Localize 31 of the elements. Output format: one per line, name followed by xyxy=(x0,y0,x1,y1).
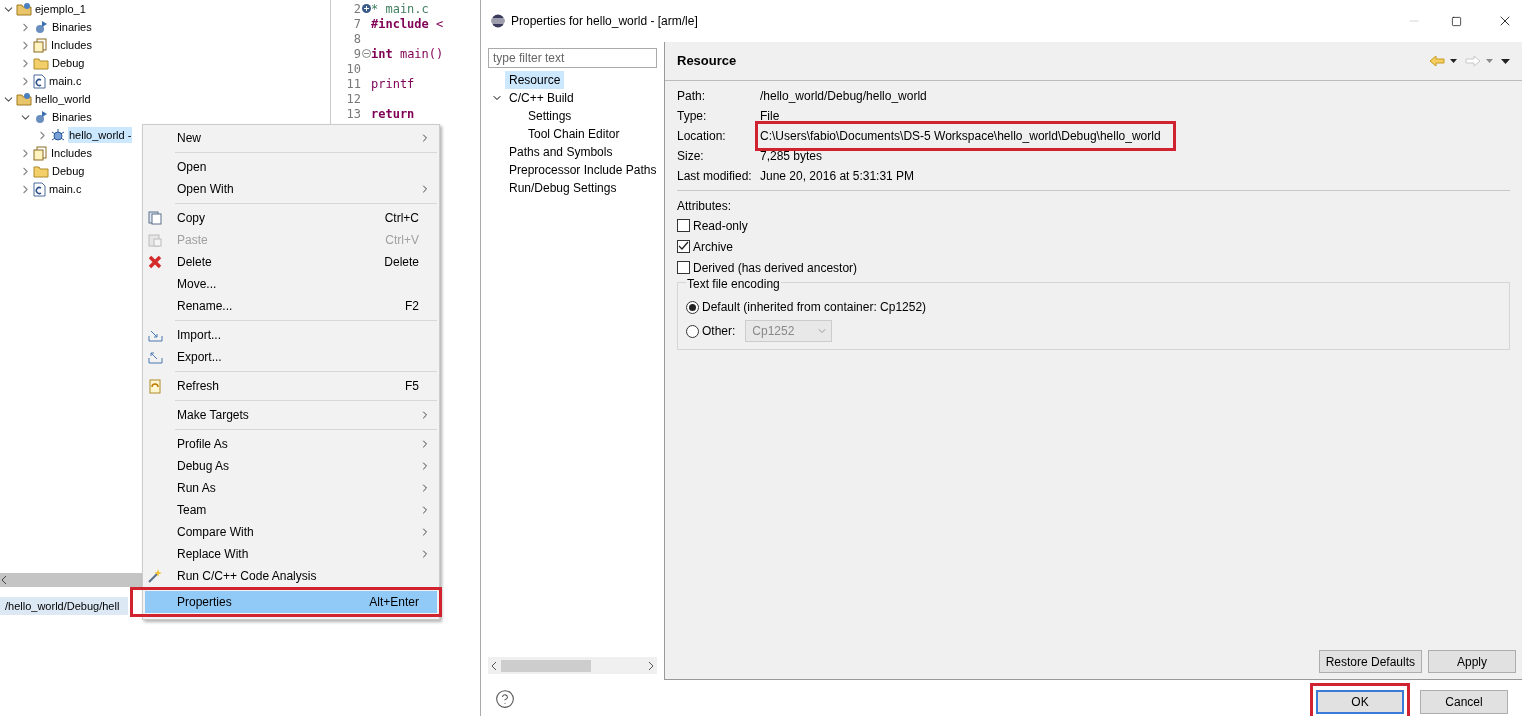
line-number: 9 xyxy=(352,45,361,63)
code-line: #include < xyxy=(371,15,444,33)
window-title: Properties for hello_world - [arm/le] xyxy=(511,13,698,30)
line-number: 13 xyxy=(345,105,361,123)
line-number: 2 xyxy=(352,0,361,18)
property-value: 7,285 bytes xyxy=(760,148,823,165)
status-path: /hello_world/Debug/hell xyxy=(5,598,120,614)
checkbox-label: Derived (has derived ancestor) xyxy=(693,259,858,277)
radio-label: Other: xyxy=(702,323,736,340)
property-label: Type: xyxy=(677,108,708,125)
code-line: int main() xyxy=(371,45,444,63)
line-number: 12 xyxy=(345,90,361,108)
code-line: return xyxy=(371,105,415,123)
radio-label: Default (inherited from container: Cp1252) xyxy=(702,299,927,316)
code-line: printf xyxy=(371,75,415,93)
property-label: Path: xyxy=(677,88,707,105)
property-label: Last modified: xyxy=(677,168,753,185)
property-value: C:\Users\fabio\Documents\DS-5 Workspace\hello_world\Debug\hello_world xyxy=(755,121,1176,151)
property-label: Location: xyxy=(677,128,727,145)
page-title: Resource xyxy=(677,52,737,71)
line-number: 7 xyxy=(352,15,361,33)
checkbox-label: Read-only xyxy=(693,217,748,235)
line-number: 11 xyxy=(345,75,361,93)
property-value: /hello_world/Debug/hello_world xyxy=(760,88,927,105)
line-number: 8 xyxy=(352,30,361,48)
property-label: Size: xyxy=(677,148,705,165)
property-value: June 20, 2016 at 5:31:31 PM xyxy=(760,168,915,185)
attributes-label: Attributes: xyxy=(677,198,733,215)
code-line: * main.c xyxy=(371,0,429,18)
line-number: 10 xyxy=(345,60,361,78)
checkbox-label: Archive xyxy=(693,238,733,256)
